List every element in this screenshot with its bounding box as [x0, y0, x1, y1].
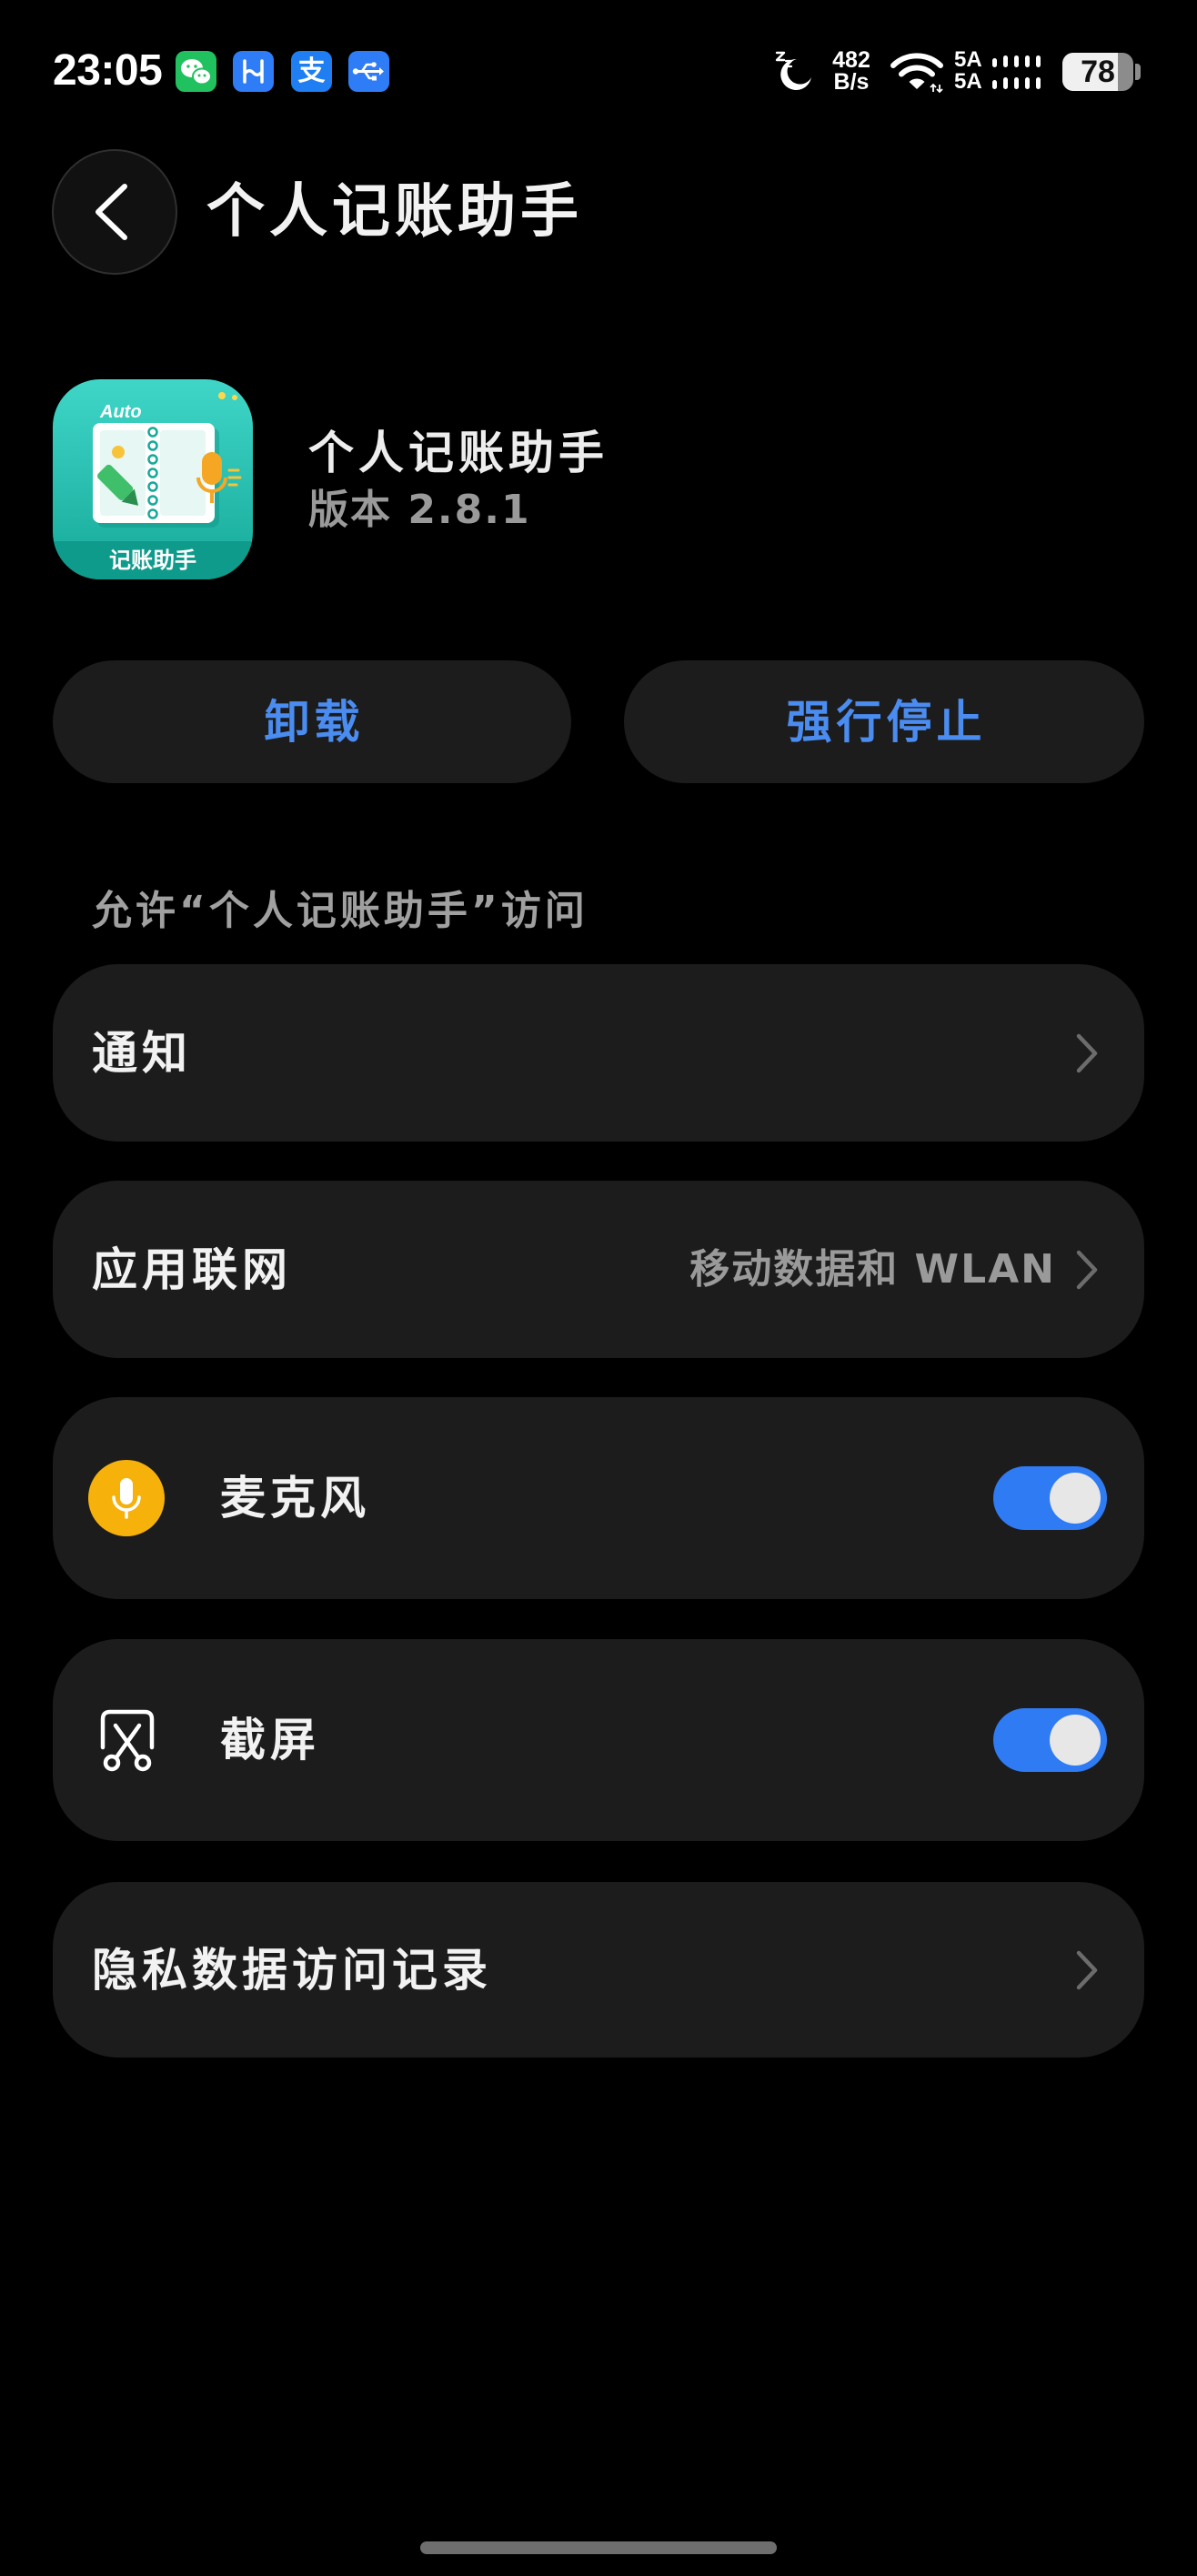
chevron-right-icon	[1076, 1033, 1098, 1072]
app-logo-top-text: Auto	[99, 402, 142, 422]
microphone-icon	[88, 1460, 165, 1536]
screenshot-scissors-icon	[100, 1709, 155, 1772]
moon-sleep-icon	[775, 51, 811, 90]
battery-level-text: 78	[1081, 55, 1115, 89]
uninstall-button[interactable]: 卸载	[53, 660, 571, 783]
permissions-section-label: 允许“个人记账助手”访问	[92, 888, 588, 934]
privacy-log-label: 隐私数据访问记录	[92, 1943, 492, 1997]
app-h-icon	[233, 51, 274, 92]
microphone-row: 麦克风	[53, 1397, 1144, 1599]
app-logo-icon: Auto 记账助手	[53, 379, 253, 579]
page-title: 个人记账助手	[206, 178, 583, 246]
network-speed-value: 482	[832, 47, 870, 73]
screenshot-toggle[interactable]	[993, 1708, 1107, 1772]
network-access-row[interactable]: 应用联网 移动数据和 WLAN	[53, 1181, 1144, 1358]
sim1-label: 5A	[954, 47, 982, 72]
sim-labels: 5A 5A	[954, 49, 982, 93]
alipay-glyph: 支	[297, 55, 326, 87]
notifications-row[interactable]: 通知	[53, 964, 1144, 1142]
chevron-right-icon	[1076, 1950, 1098, 1989]
usb-icon	[348, 51, 389, 92]
sim2-label: 5A	[954, 69, 982, 94]
signal-bars-icon	[992, 55, 1041, 89]
screenshot-label: 截屏	[220, 1714, 320, 1766]
network-speed: 482 B/s	[824, 47, 879, 95]
wifi-icon	[890, 53, 943, 94]
status-time: 23:05	[53, 46, 163, 95]
force-stop-label: 强行停止	[786, 695, 987, 749]
home-indicator[interactable]	[420, 2541, 777, 2554]
uninstall-label: 卸载	[264, 695, 365, 749]
notifications-label: 通知	[92, 1026, 192, 1080]
toggle-knob	[1050, 1715, 1101, 1766]
screenshot-row: 截屏	[53, 1639, 1144, 1841]
chevron-left-icon	[96, 184, 127, 240]
back-button[interactable]	[52, 149, 177, 275]
force-stop-button[interactable]: 强行停止	[624, 660, 1144, 783]
microphone-label: 麦克风	[220, 1472, 370, 1524]
app-name: 个人记账助手	[308, 427, 609, 479]
app-version: 版本 2.8.1	[308, 487, 531, 533]
network-access-label: 应用联网	[92, 1243, 292, 1296]
alipay-icon: 支	[291, 51, 332, 92]
microphone-toggle[interactable]	[993, 1466, 1107, 1530]
app-logo-bottom-text: 记账助手	[109, 548, 196, 573]
wechat-icon	[176, 51, 216, 92]
battery-indicator: 78	[1062, 53, 1133, 91]
privacy-log-row[interactable]: 隐私数据访问记录	[53, 1882, 1144, 2058]
toggle-knob	[1050, 1473, 1101, 1524]
network-speed-unit: B/s	[833, 69, 870, 95]
chevron-right-icon	[1076, 1250, 1098, 1289]
battery-nub	[1135, 64, 1141, 80]
network-access-value: 移动数据和 WLAN	[689, 1245, 1056, 1293]
